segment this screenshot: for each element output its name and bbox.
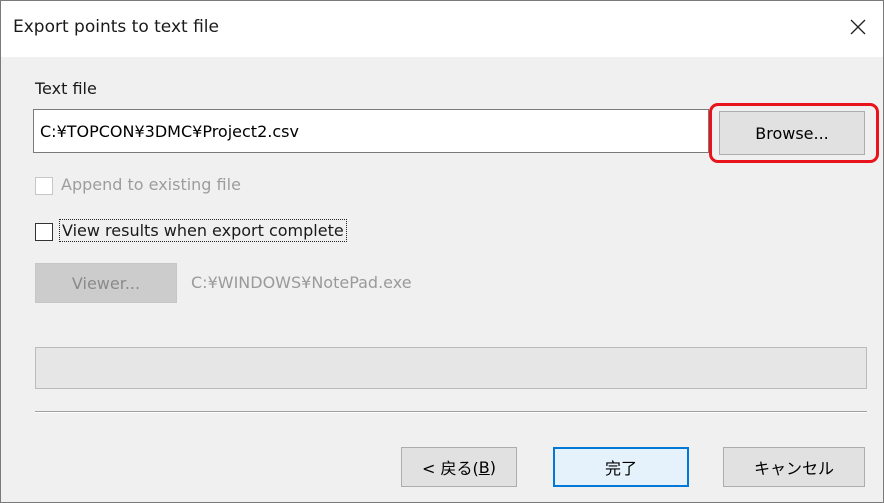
append-checkbox[interactable] bbox=[35, 177, 53, 195]
append-label: Append to existing file bbox=[61, 175, 241, 194]
title-bar: Export points to text file bbox=[1, 1, 883, 57]
back-button-accesskey: B bbox=[478, 457, 490, 477]
viewer-button[interactable]: Viewer... bbox=[35, 263, 177, 303]
view-results-checkbox[interactable] bbox=[35, 223, 53, 241]
text-file-label: Text file bbox=[35, 79, 97, 98]
cancel-button[interactable]: キャンセル bbox=[723, 447, 865, 487]
separator bbox=[35, 411, 867, 413]
window-title: Export points to text file bbox=[13, 17, 219, 37]
browse-highlight-annotation bbox=[709, 103, 879, 163]
finish-button[interactable]: 完了 bbox=[553, 447, 689, 487]
text-file-path-input[interactable] bbox=[33, 109, 709, 153]
view-results-label[interactable]: View results when export complete bbox=[59, 219, 347, 242]
back-button[interactable]: < 戻る(B) bbox=[401, 447, 517, 487]
close-button[interactable] bbox=[843, 11, 873, 43]
back-button-label: < 戻る( bbox=[422, 459, 479, 478]
viewer-path: C:¥WINDOWS¥NotePad.exe bbox=[191, 273, 412, 292]
close-icon bbox=[850, 19, 866, 35]
export-progress-bar bbox=[35, 347, 867, 389]
back-button-label-end: ) bbox=[489, 457, 496, 477]
export-dialog: Export points to text file Text file Bro… bbox=[0, 0, 884, 503]
